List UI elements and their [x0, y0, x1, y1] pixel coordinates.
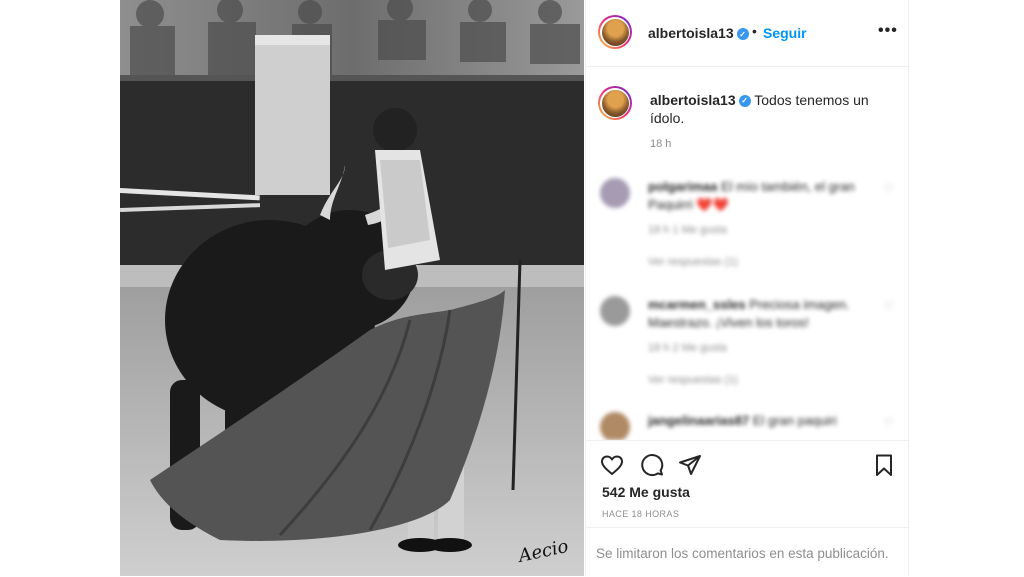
bookmark-icon[interactable] — [872, 453, 896, 477]
comment-meta: 18 h 1 Me gusta — [648, 224, 727, 236]
comment-item: jangelinaarias87 El gran paquiri ♡ — [586, 410, 908, 440]
avatar[interactable] — [600, 296, 630, 326]
avatar[interactable] — [600, 178, 630, 208]
crowd-area — [120, 0, 584, 80]
notice-text: Se limitaron los comentarios en esta pub… — [596, 546, 889, 561]
comment-item: polgarimaa El mío también, el gran Paqui… — [586, 176, 908, 286]
share-icon[interactable] — [678, 453, 702, 477]
comment-username[interactable]: polgarimaa — [648, 179, 717, 194]
avatar[interactable] — [598, 15, 632, 49]
post-sidebar: albertoisla13 ✓ • Seguir ••• albertoisla1… — [585, 0, 909, 576]
comment-like-icon[interactable]: ♡ — [884, 416, 894, 429]
comment-like-icon[interactable]: ♡ — [884, 182, 894, 195]
action-bar: 542 Me gusta HACE 18 HORAS — [586, 440, 908, 527]
comment-like-icon[interactable]: ♡ — [884, 300, 894, 313]
pillar — [255, 35, 330, 195]
avatar[interactable] — [598, 86, 632, 120]
view-replies-button[interactable]: Ver respuestas (1) — [648, 256, 738, 268]
post-header: albertoisla13 ✓ • Seguir ••• — [586, 0, 908, 67]
avatar[interactable] — [600, 412, 630, 440]
comment-icon[interactable] — [640, 453, 664, 477]
header-username[interactable]: albertoisla13 ✓ — [648, 25, 749, 41]
comment-text: El gran paquiri — [752, 413, 837, 428]
verified-badge-icon: ✓ — [736, 28, 749, 41]
comment-item: mcarmen_ssles Preciosa imagen. Maestrazo… — [586, 294, 908, 404]
comments-limited-notice: Se limitaron los comentarios en esta pub… — [586, 527, 908, 577]
follow-button[interactable]: Seguir — [763, 25, 807, 41]
post-timestamp[interactable]: HACE 18 HORAS — [602, 509, 679, 519]
more-options-icon[interactable]: ••• — [878, 22, 898, 40]
heart-icon[interactable] — [600, 453, 624, 477]
caption-username[interactable]: albertoisla13 — [650, 92, 736, 108]
bullfight-photo: Aecio — [120, 0, 584, 576]
post-photo[interactable]: Aecio — [120, 0, 584, 576]
caption-text: albertoisla13 ✓ Todos tenemos un ídolo. — [650, 91, 895, 127]
view-replies-button[interactable]: Ver respuestas (1) — [648, 374, 738, 386]
caption-timestamp[interactable]: 18 h — [650, 138, 671, 150]
comment-username[interactable]: mcarmen_ssles — [648, 297, 746, 312]
comment-meta: 18 h 2 Me gusta — [648, 342, 727, 354]
likes-count[interactable]: 542 Me gusta — [602, 484, 690, 500]
comment-username[interactable]: jangelinaarias87 — [648, 413, 749, 428]
verified-badge-icon: ✓ — [738, 95, 751, 108]
separator-dot: • — [752, 23, 757, 39]
